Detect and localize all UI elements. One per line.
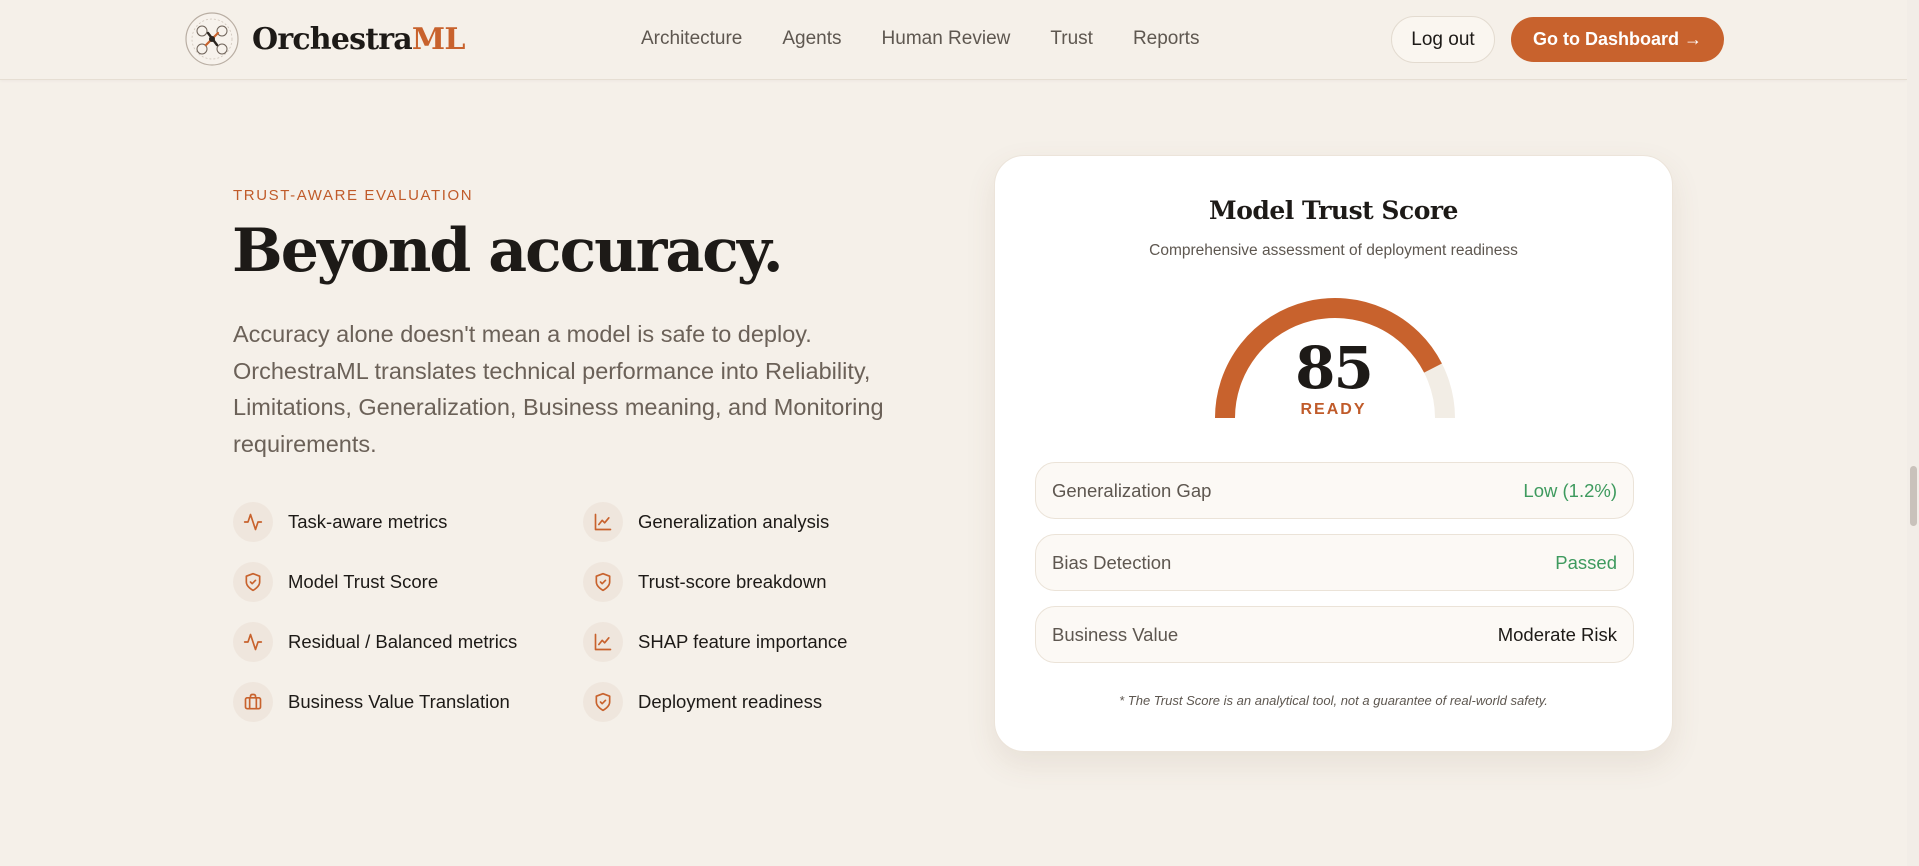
card-subtitle: Comprehensive assessment of deployment r…	[1149, 242, 1518, 259]
logout-button[interactable]: Log out	[1391, 16, 1495, 63]
feature-label: Generalization analysis	[638, 511, 830, 532]
feature-label: SHAP feature importance	[638, 631, 848, 652]
feature-item-deployment-readiness: Deployment readiness	[583, 682, 822, 722]
feature-label: Model Trust Score	[288, 571, 439, 592]
nav-link-human-review[interactable]: Human Review	[882, 28, 1011, 50]
shield-icon	[233, 562, 273, 602]
feature-item-generalization-analysis: Generalization analysis	[583, 502, 829, 542]
feature-label: Residual / Balanced metrics	[288, 631, 518, 652]
top-navigation-bar: OrchestraML Architecture Agents Human Re…	[0, 0, 1907, 80]
trust-status-label: READY	[1300, 401, 1367, 418]
metric-name: Generalization Gap	[1052, 479, 1212, 501]
main-nav: Architecture Agents Human Review Trust R…	[641, 28, 1239, 50]
orchestra-logo-icon	[185, 12, 239, 66]
line-chart-icon	[583, 502, 623, 542]
trust-score-value: 85	[1295, 334, 1374, 402]
card-title: Model Trust Score	[1209, 196, 1458, 225]
feature-label: Deployment readiness	[638, 691, 823, 712]
go-to-dashboard-button[interactable]: Go to Dashboard →	[1511, 17, 1724, 62]
scrollbar-thumb[interactable]	[1910, 466, 1917, 526]
section-headline: Beyond accuracy.	[232, 216, 784, 286]
brand-name: OrchestraML	[252, 22, 465, 57]
shield-icon	[583, 682, 623, 722]
feature-item-model-trust-score: Model Trust Score	[233, 562, 438, 602]
nav-link-architecture[interactable]: Architecture	[641, 28, 742, 50]
feature-label: Business Value Translation	[288, 691, 510, 712]
metric-value: Moderate Risk	[1497, 623, 1617, 645]
page-scrollbar[interactable]	[1907, 0, 1919, 866]
feature-item-shap-feature-importance: SHAP feature importance	[583, 622, 847, 662]
nav-link-agents[interactable]: Agents	[782, 28, 841, 50]
brand-name-primary: Orchestra	[252, 21, 413, 57]
feature-item-task-aware-metrics: Task-aware metrics	[233, 502, 447, 542]
metric-row-business-value: Business Value Moderate Risk	[1035, 606, 1634, 663]
shield-icon	[583, 562, 623, 602]
feature-label: Trust-score breakdown	[638, 571, 827, 592]
feature-item-residual-balanced-metrics: Residual / Balanced metrics	[233, 622, 517, 662]
activity-icon	[233, 622, 273, 662]
feature-item-trust-score-breakdown: Trust-score breakdown	[583, 562, 827, 602]
metric-row-bias-detection: Bias Detection Passed	[1035, 534, 1634, 591]
briefcase-icon	[233, 682, 273, 722]
brand[interactable]: OrchestraML	[184, 10, 465, 68]
trust-score-disclaimer: * The Trust Score is an analytical tool,…	[1119, 693, 1548, 708]
dashboard-button-label: Go to Dashboard	[1532, 29, 1679, 49]
metric-name: Bias Detection	[1052, 551, 1172, 573]
metric-value: Low (1.2%)	[1523, 479, 1617, 501]
trust-score-card: Model Trust Score Comprehensive assessme…	[994, 155, 1673, 752]
nav-link-reports[interactable]: Reports	[1133, 28, 1200, 50]
metric-row-generalization-gap: Generalization Gap Low (1.2%)	[1035, 462, 1634, 519]
activity-icon	[233, 502, 273, 542]
section-eyebrow: TRUST-AWARE EVALUATION	[233, 187, 474, 204]
nav-link-trust[interactable]: Trust	[1050, 28, 1093, 50]
feature-item-business-value-translation: Business Value Translation	[233, 682, 510, 722]
arrow-right-icon: →	[1684, 29, 1702, 49]
feature-label: Task-aware metrics	[288, 511, 448, 532]
metric-value: Passed	[1555, 551, 1617, 573]
section-lead-paragraph: Accuracy alone doesn't mean a model is s…	[233, 321, 884, 457]
metric-name: Business Value	[1052, 623, 1179, 645]
line-chart-icon	[583, 622, 623, 662]
brand-name-accent: ML	[411, 21, 465, 57]
